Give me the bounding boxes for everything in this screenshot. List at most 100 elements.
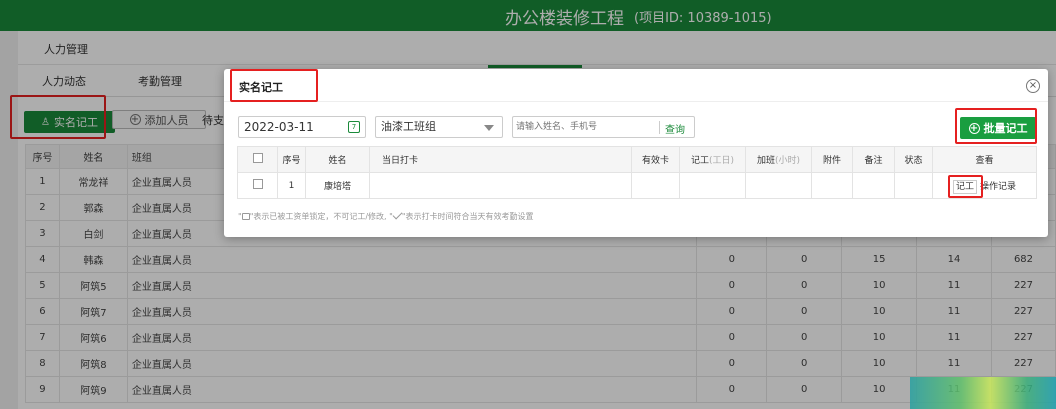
tab-attendance[interactable]: 考勤管理 [138,73,182,89]
table-row: 4 韩森 企业直属人员 0 0 15 14 682 [25,246,1056,273]
plus-circle-icon: + [968,122,980,134]
col-attachment: 附件 [811,146,853,173]
brand-logo [910,377,1056,409]
table-cell: 企业直属人员 [126,246,698,273]
dialog-header: 实名记工 × [224,69,1048,102]
note-lock-text: "表示已被工资单锁定，不可记工/修改, " [249,212,393,221]
batch-record-button[interactable]: + 批量记工 [960,117,1036,139]
table-cell: 0 [766,298,843,325]
table-cell: 0 [696,246,768,273]
table-cell: 11 [916,324,992,351]
col-overtime: 加班(小时) [745,146,812,173]
table-cell: 7 [25,324,60,351]
table-cell: 0 [766,324,843,351]
table-cell: 企业直属人员 [126,324,698,351]
check-icon [392,209,403,220]
table-cell: 企业直属人员 [126,350,698,377]
top-bar: 办公楼装修工程 (项目ID: 10389-1015) [0,0,1056,31]
table-cell: 227 [990,298,1056,325]
row-checkbox[interactable] [252,179,263,189]
legend-note: " "表示已被工资单锁定，不可记工/修改, " "表示打卡时间符合当天有效考勤设置 [238,209,534,222]
col-remark: 备注 [852,146,895,173]
project-id: (项目ID: 10389-1015) [634,11,772,26]
dialog-title: 实名记工 [239,81,283,94]
table-row: 1 康培塔 记工 操作记录 [237,172,1037,199]
table-cell: 1 [25,168,60,195]
row-actions: 记工 操作记录 [932,172,1037,199]
col-punch: 当日打卡 [369,146,632,173]
table-cell: 阿筑7 [58,298,128,325]
table-cell: 常龙祥 [58,168,128,195]
date-value: 2022-03-11 [244,120,314,134]
table-cell: 11 [916,272,992,299]
search-input[interactable] [516,119,656,135]
note-check-text: "表示打卡时间符合当天有效考勤设置 [401,212,534,221]
chevron-down-icon [484,125,494,131]
table-cell: 682 [990,246,1056,273]
table-cell: 企业直属人员 [126,298,698,325]
table-row: 9阿筑9企业直属人员001011227 [25,376,1056,403]
date-picker[interactable]: 2022-03-11 7 [238,116,366,138]
breadcrumb-label: 人力管理 [44,43,88,56]
table-cell: 11 [916,350,992,377]
close-icon[interactable]: × [1026,79,1040,93]
table-cell: 227 [990,272,1056,299]
col-name: 姓名 [305,146,370,173]
col-view: 查看 [932,146,1037,173]
search-divider [659,121,660,134]
operation-log-link[interactable]: 操作记录 [980,182,1016,192]
table-cell: 11 [916,298,992,325]
search-box: 查询 [512,116,695,138]
real-name-record-button[interactable]: ♙ 实名记工 [24,111,115,133]
col-status: 状态 [894,146,933,173]
table-cell: 阿筑6 [58,324,128,351]
add-person-button[interactable]: + 添加人员 [112,110,206,129]
record-work-link[interactable]: 记工 [952,180,977,194]
select-all-cell [237,146,278,173]
table-cell: 0 [766,272,843,299]
tab-labor-dynamics[interactable]: 人力动态 [42,73,86,89]
real-name-record-label: 实名记工 [53,116,98,129]
col-work: 记工(工日) [679,146,746,173]
query-button[interactable]: 查询 [665,121,685,136]
plus-circle-icon: + [129,114,141,125]
table-cell: 阿筑9 [58,376,128,403]
team-select-value: 油漆工班组 [381,120,436,133]
table-row: 7 阿筑6 企业直属人员 0 0 10 11 227 [25,324,1056,351]
table-cell: 3 [25,220,60,247]
dialog-table-header: 序号 姓名 当日打卡 有效卡 记工(工日) 加班(小时) 附件 备注 状态 查看 [237,146,1037,173]
table-cell: 白剑 [58,220,128,247]
table-cell: 5 [25,272,60,299]
table-cell: 8 [25,350,60,377]
col-seq: 序号 [25,144,60,169]
calendar-icon[interactable]: 7 [348,121,360,133]
table-row: 6 阿筑7 企业直属人员 0 0 10 11 227 [25,298,1056,325]
col-valid-card: 有效卡 [631,146,680,173]
table-cell: 2 [25,194,60,221]
row-seq: 1 [277,172,306,199]
table-cell: 0 [766,376,843,403]
table-cell: 10 [841,298,918,325]
person-icon: ♙ [41,116,50,128]
pending-label: 待支 [202,114,224,127]
table-cell: 阿筑8 [58,350,128,377]
table-cell: 10 [841,376,918,403]
active-tab-indicator [488,65,582,68]
team-select[interactable]: 油漆工班组 [375,116,503,138]
row-name: 康培塔 [305,172,370,199]
table-cell: 0 [696,376,768,403]
table-cell: 阿筑5 [58,272,128,299]
table-cell: 10 [841,272,918,299]
table-cell: 郭森 [58,194,128,221]
table-cell: 6 [25,298,60,325]
real-name-record-dialog: 实名记工 × 2022-03-11 7 油漆工班组 查询 + 批量记工 序号 姓… [224,69,1048,237]
select-all-checkbox[interactable] [252,153,263,163]
batch-record-label: 批量记工 [983,122,1028,135]
table-cell: 0 [766,350,843,377]
add-person-label: 添加人员 [144,113,189,127]
table-cell: 14 [916,246,992,273]
table-cell: 韩森 [58,246,128,273]
dialog-table: 序号 姓名 当日打卡 有效卡 记工(工日) 加班(小时) 附件 备注 状态 查看… [237,146,1037,199]
table-cell: 企业直属人员 [126,272,698,299]
table-cell: 企业直属人员 [126,376,698,403]
